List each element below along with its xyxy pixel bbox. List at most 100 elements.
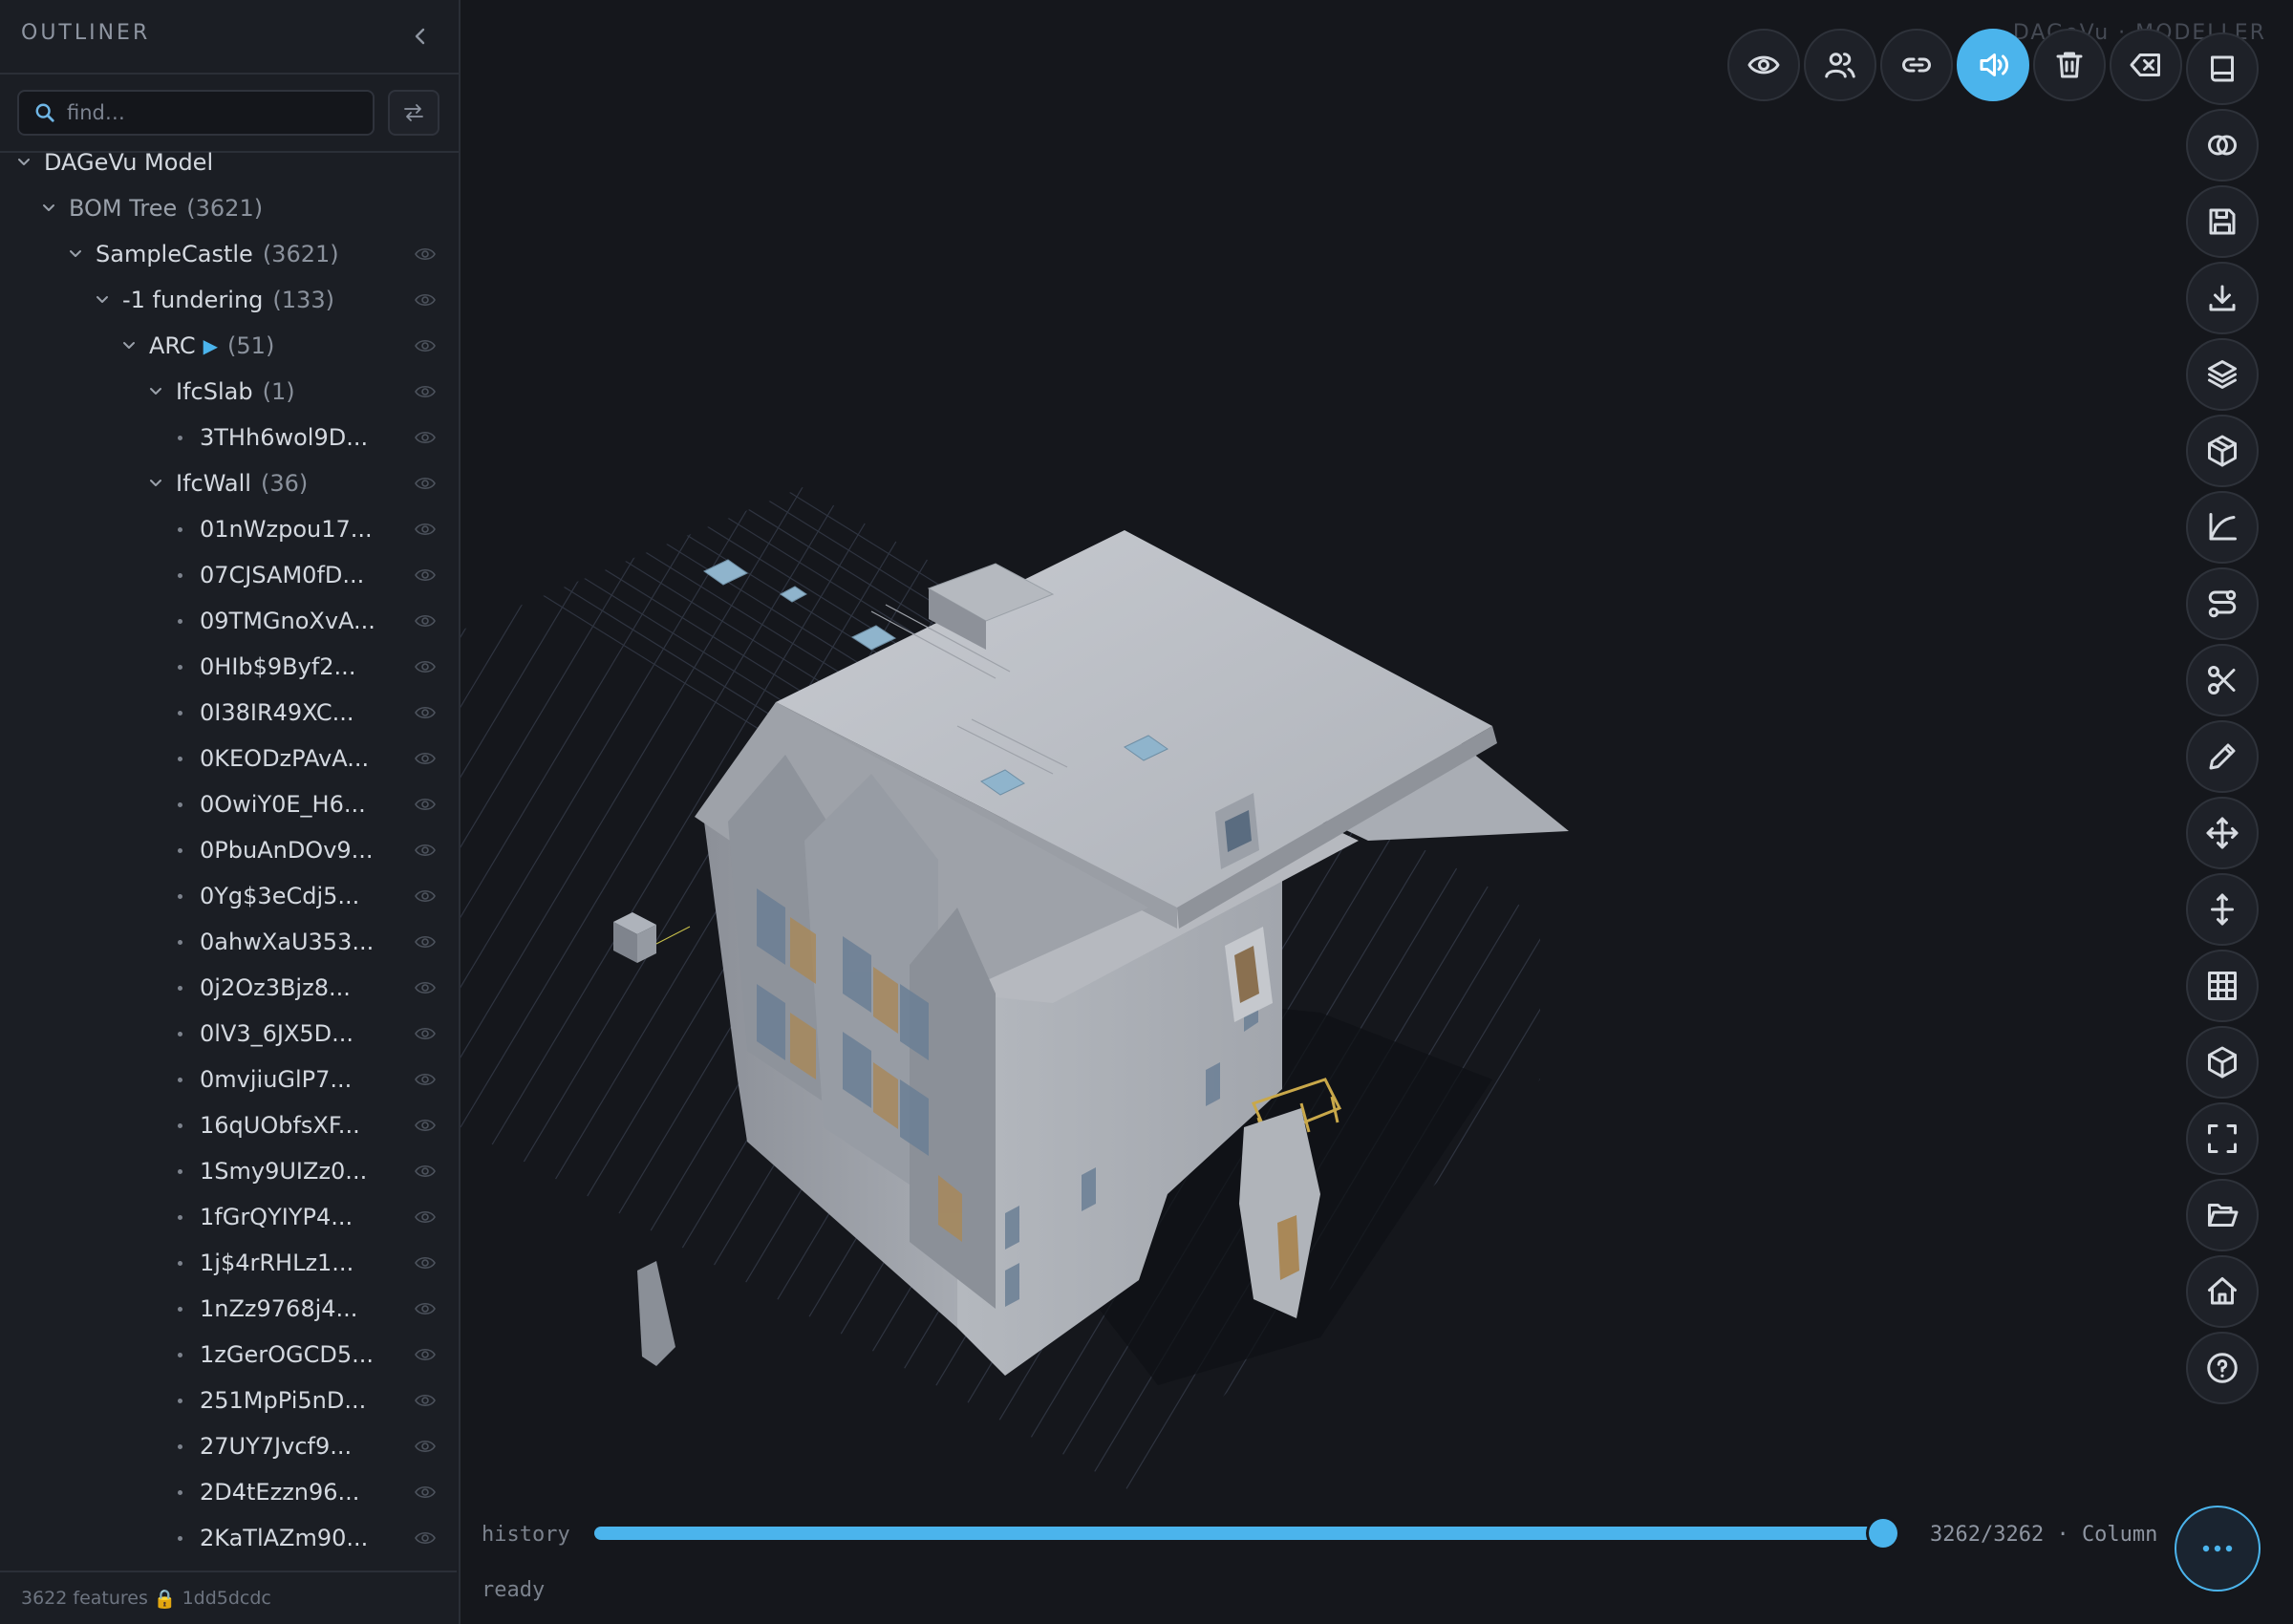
- eye-icon[interactable]: [415, 979, 436, 996]
- layers-button[interactable]: [2186, 338, 2259, 411]
- tree-leaf-item[interactable]: 0OwiY0E_H6...: [0, 781, 457, 827]
- docs-button[interactable]: [2186, 32, 2259, 105]
- tree-leaf-item[interactable]: 01nWzpou17...: [0, 506, 457, 552]
- save-button[interactable]: [2186, 185, 2259, 258]
- tree-leaf-item[interactable]: 0HIb$9Byf2...: [0, 644, 457, 690]
- eye-icon[interactable]: [415, 1484, 436, 1501]
- tree-group-item[interactable]: ARC ▶ (51): [0, 323, 457, 369]
- chevron-down-icon[interactable]: [94, 291, 111, 309]
- chevron-down-icon[interactable]: [40, 200, 57, 217]
- open-button[interactable]: [2186, 1179, 2259, 1251]
- tree-leaf-item[interactable]: 1zGerOGCD5...: [0, 1332, 457, 1378]
- audio-button[interactable]: [1957, 29, 2029, 101]
- tree-leaf-item[interactable]: 1fGrQYIYP4...: [0, 1194, 457, 1240]
- tree-leaf-item[interactable]: 2KaTlAZm90...: [0, 1515, 457, 1561]
- eye-icon[interactable]: [415, 933, 436, 951]
- visibility-button[interactable]: [1727, 29, 1800, 101]
- tree-leaf-item[interactable]: 27UY7Jvcf9...: [0, 1423, 457, 1469]
- curve-button[interactable]: [2186, 491, 2259, 564]
- help-button[interactable]: [2186, 1332, 2259, 1404]
- eye-icon[interactable]: [415, 887, 436, 905]
- route-button[interactable]: [2186, 567, 2259, 640]
- tree-leaf-item[interactable]: 0KEODzPAvA...: [0, 736, 457, 781]
- tree-leaf-item[interactable]: 1Smy9UIZz0...: [0, 1148, 457, 1194]
- eye-icon[interactable]: [415, 383, 436, 400]
- eye-icon[interactable]: [415, 1071, 436, 1088]
- eye-icon[interactable]: [415, 1025, 436, 1042]
- tree-leaf-item[interactable]: 2D4tEzzn96...: [0, 1469, 457, 1515]
- outliner-search-box[interactable]: [17, 90, 375, 136]
- tree-leaf-item[interactable]: 0ahwXaU353...: [0, 919, 457, 965]
- tree-group-item[interactable]: BOM Tree (3621): [0, 185, 457, 231]
- tree-group-item[interactable]: SampleCastle (3621): [0, 231, 457, 277]
- link-button[interactable]: [1880, 29, 1953, 101]
- tree-leaf-item[interactable]: 1j$4rRHLz1...: [0, 1240, 457, 1286]
- clear-button[interactable]: [2110, 29, 2182, 101]
- search-input[interactable]: [65, 100, 355, 125]
- tree-group-item[interactable]: IfcWall (36): [0, 460, 457, 506]
- draw-button[interactable]: [2186, 720, 2259, 793]
- eye-icon[interactable]: [415, 1529, 436, 1547]
- eye-icon[interactable]: [415, 1346, 436, 1363]
- tree-leaf-item[interactable]: 0lV3_6JX5D...: [0, 1011, 457, 1057]
- viewport-scene[interactable]: [461, 0, 2293, 1624]
- eye-icon[interactable]: [415, 1208, 436, 1226]
- tree-leaf-item[interactable]: 3THh6wol9D...: [0, 415, 457, 460]
- eye-icon[interactable]: [415, 612, 436, 630]
- 3d-viewport[interactable]: DAGeVu · MODELLER history 3262/3262 · Co…: [461, 0, 2293, 1624]
- tree-group-item[interactable]: DAGeVu Model: [0, 139, 457, 185]
- delete-button[interactable]: [2033, 29, 2106, 101]
- tree-leaf-item[interactable]: 07CJSAM0fD...: [0, 552, 457, 598]
- boolean-button[interactable]: [2186, 109, 2259, 182]
- package-button[interactable]: [2186, 415, 2259, 487]
- tree-leaf-item[interactable]: 0I38IR49XC...: [0, 690, 457, 736]
- home-button[interactable]: [2186, 1255, 2259, 1328]
- elevate-button[interactable]: [2186, 873, 2259, 946]
- eye-icon[interactable]: [415, 796, 436, 813]
- eye-icon[interactable]: [415, 842, 436, 859]
- grid-button[interactable]: [2186, 950, 2259, 1022]
- chevron-down-icon[interactable]: [147, 383, 164, 400]
- eye-icon[interactable]: [415, 1117, 436, 1134]
- chevron-left-icon[interactable]: [409, 25, 432, 48]
- swap-button[interactable]: [388, 90, 439, 136]
- solid-button[interactable]: [2186, 1026, 2259, 1099]
- cut-button[interactable]: [2186, 644, 2259, 716]
- eye-icon[interactable]: [415, 1300, 436, 1317]
- eye-icon[interactable]: [415, 566, 436, 584]
- download-button[interactable]: [2186, 262, 2259, 334]
- tree-leaf-item[interactable]: 0j2Oz3Bjz8...: [0, 965, 457, 1011]
- eye-icon[interactable]: [415, 1163, 436, 1180]
- eye-icon[interactable]: [415, 475, 436, 492]
- chevron-down-icon[interactable]: [120, 337, 138, 354]
- tree-leaf-item[interactable]: 0PbuAnDOv9...: [0, 827, 457, 873]
- fullscreen-button[interactable]: [2186, 1102, 2259, 1175]
- chevron-down-icon[interactable]: [147, 475, 164, 492]
- move-button[interactable]: [2186, 797, 2259, 869]
- history-slider-thumb[interactable]: [1869, 1519, 1897, 1548]
- tree-leaf-item[interactable]: 0mvjiuGlP7...: [0, 1057, 457, 1102]
- tree-leaf-item[interactable]: 251MpPi5nD...: [0, 1378, 457, 1423]
- eye-icon[interactable]: [415, 1392, 436, 1409]
- tree-leaf-item[interactable]: 1nZz9768j4...: [0, 1286, 457, 1332]
- history-slider[interactable]: [594, 1519, 1897, 1548]
- eye-icon[interactable]: [415, 291, 436, 309]
- eye-icon[interactable]: [415, 1254, 436, 1271]
- chevron-down-icon[interactable]: [15, 154, 32, 171]
- tree-group-item[interactable]: IfcSlab (1): [0, 369, 457, 415]
- tree-leaf-item[interactable]: 09TMGnoXvA...: [0, 598, 457, 644]
- eye-icon[interactable]: [415, 337, 436, 354]
- eye-icon[interactable]: [415, 429, 436, 446]
- eye-icon[interactable]: [415, 521, 436, 538]
- eye-icon[interactable]: [415, 704, 436, 721]
- tree-leaf-item[interactable]: 16qUObfsXF...: [0, 1102, 457, 1148]
- chevron-down-icon[interactable]: [67, 246, 84, 263]
- play-icon[interactable]: ▶: [204, 334, 218, 357]
- users-button[interactable]: [1804, 29, 1876, 101]
- tree-group-item[interactable]: -1 fundering (133): [0, 277, 457, 323]
- tree-leaf-item[interactable]: 0Yg$3eCdj5...: [0, 873, 457, 919]
- eye-icon[interactable]: [415, 750, 436, 767]
- more-button[interactable]: [2175, 1506, 2261, 1592]
- eye-icon[interactable]: [415, 1438, 436, 1455]
- eye-icon[interactable]: [415, 246, 436, 263]
